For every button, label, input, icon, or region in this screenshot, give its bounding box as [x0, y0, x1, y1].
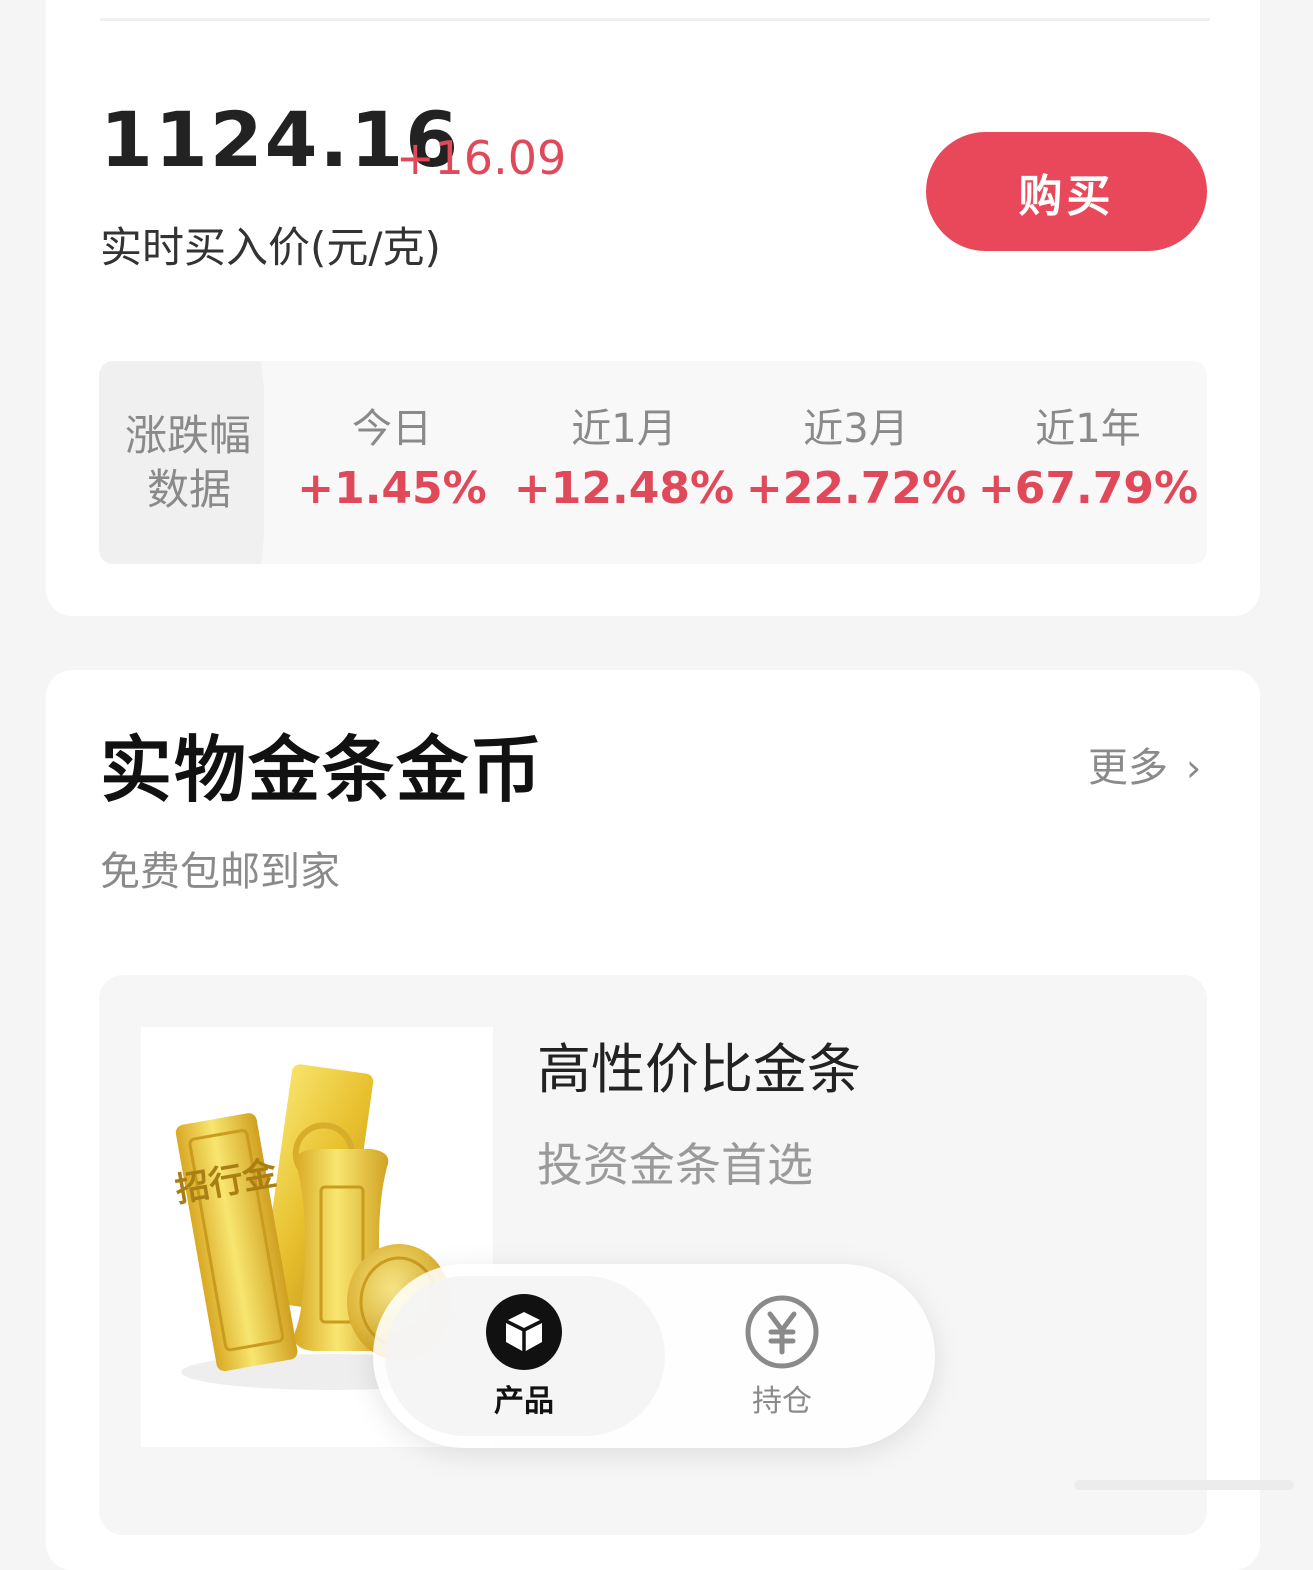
stats-header: 涨跌幅 数据 — [99, 361, 264, 564]
box-icon — [486, 1294, 562, 1370]
stat-1-year: 近1年 +67.79% — [972, 401, 1204, 517]
more-link[interactable]: 更多 › — [1088, 742, 1201, 794]
product-name: 高性价比金条 — [537, 1038, 861, 1101]
price-card: 1124.16 +16.09 实时买入价(元/克) 购买 涨跌幅 数据 今日 +… — [46, 0, 1260, 616]
nav-item-products[interactable]: 产品 — [454, 1294, 594, 1422]
stats-header-line1: 涨跌幅 — [125, 411, 252, 460]
stats-header-line2: 数据 — [147, 465, 232, 514]
stat-1-month: 近1月 +12.48% — [508, 401, 740, 517]
home-indicator — [1074, 1480, 1294, 1490]
stat-value: +12.48% — [513, 463, 735, 514]
nav-item-holdings[interactable]: 持仓 — [712, 1294, 852, 1422]
stat-label: 近3月 — [803, 406, 909, 452]
stat-3-month: 近3月 +22.72% — [740, 401, 972, 517]
yen-icon — [745, 1295, 819, 1369]
stat-today: 今日 +1.45% — [276, 401, 508, 517]
product-desc: 投资金条首选 — [537, 1138, 813, 1192]
nav-label: 产品 — [494, 1384, 554, 1419]
stat-label: 近1年 — [1035, 406, 1141, 452]
section-subtitle: 免费包邮到家 — [100, 849, 340, 895]
buy-button[interactable]: 购买 — [926, 132, 1207, 251]
stat-label: 今日 — [352, 406, 432, 452]
stat-label: 近1月 — [571, 406, 677, 452]
stat-value: +67.79% — [977, 463, 1199, 514]
section-title: 实物金条金币 — [100, 728, 545, 812]
price-change-stats: 涨跌幅 数据 今日 +1.45% 近1月 +12.48% 近3月 +22.72%… — [99, 361, 1207, 564]
price-change: +16.09 — [396, 131, 567, 185]
product-card[interactable]: 招行金 高性价比金条 投资金条首选 — [99, 975, 1207, 1535]
divider — [100, 18, 1210, 21]
chevron-right-icon: › — [1186, 746, 1202, 790]
stat-value: +1.45% — [297, 463, 487, 514]
price-label: 实时买入价(元/克) — [100, 223, 441, 272]
more-label: 更多 — [1088, 745, 1168, 791]
stat-value: +22.72% — [745, 463, 967, 514]
nav-label: 持仓 — [752, 1384, 812, 1419]
